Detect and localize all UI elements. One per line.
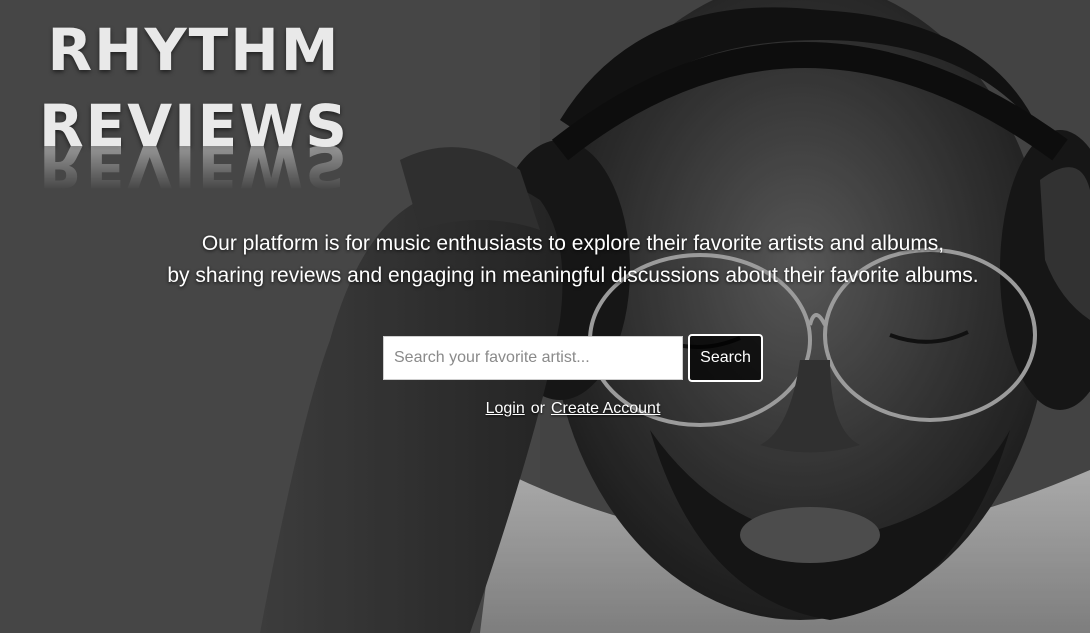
login-link[interactable]: Login bbox=[486, 400, 525, 417]
brand-reflection: REVIEWS bbox=[38, 142, 350, 190]
tagline-line-2: by sharing reviews and engaging in meani… bbox=[167, 264, 979, 287]
search-button[interactable]: Search bbox=[688, 334, 763, 382]
search-form: Search bbox=[383, 334, 763, 382]
search-input[interactable] bbox=[383, 336, 683, 380]
auth-links: Login or Create Account bbox=[0, 400, 1090, 418]
tagline: Our platform is for music enthusiasts to… bbox=[0, 228, 1090, 292]
auth-separator: or bbox=[530, 400, 545, 417]
hero-section: RHYTHM REVIEWS REVIEWS Our platform is f… bbox=[0, 0, 1090, 633]
tagline-line-1: Our platform is for music enthusiasts to… bbox=[201, 232, 945, 255]
brand-line-1: RHYTHM bbox=[47, 16, 341, 84]
create-account-link[interactable]: Create Account bbox=[551, 400, 660, 417]
brand-logo: RHYTHM REVIEWS REVIEWS bbox=[14, 10, 374, 190]
